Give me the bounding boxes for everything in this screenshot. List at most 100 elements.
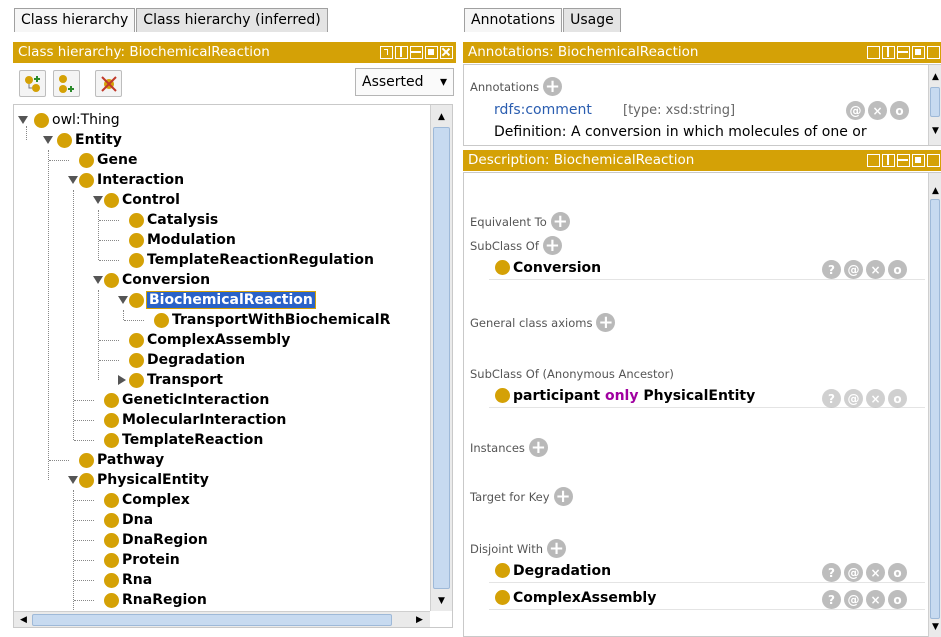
scroll-left-icon[interactable]: ◀ bbox=[16, 612, 31, 627]
split-horizontal-icon[interactable] bbox=[410, 46, 423, 59]
annotate-icon[interactable]: @ bbox=[846, 101, 865, 120]
split-vertical-icon[interactable] bbox=[882, 154, 895, 167]
add-subclass-button[interactable] bbox=[19, 70, 46, 97]
tree-node-genetic-interaction[interactable]: GeneticInteraction bbox=[104, 390, 269, 410]
add-annotation-button[interactable]: + bbox=[543, 77, 563, 96]
collapse-triangle-icon[interactable] bbox=[93, 276, 103, 284]
tree-node-biochemical-reaction[interactable]: BiochemicalReaction bbox=[129, 290, 316, 310]
tree-node-catalysis[interactable]: Catalysis bbox=[129, 210, 218, 230]
tree-node-protein[interactable]: Protein bbox=[104, 550, 180, 570]
delete-class-button[interactable] bbox=[95, 70, 122, 97]
scrollbar-thumb[interactable] bbox=[930, 87, 940, 117]
tree-node-complex[interactable]: Complex bbox=[104, 490, 190, 510]
hierarchy-mode-select[interactable]: Asserted ▾ bbox=[355, 68, 454, 96]
tree-node-rna-region[interactable]: RnaRegion bbox=[104, 590, 207, 610]
scroll-up-icon[interactable]: ▲ bbox=[928, 183, 941, 198]
delete-icon[interactable]: × bbox=[866, 563, 885, 582]
tree-node-pathway[interactable]: Pathway bbox=[79, 450, 164, 470]
edit-icon[interactable]: o bbox=[890, 101, 909, 120]
collapse-triangle-icon[interactable] bbox=[118, 296, 128, 304]
tree-node-interaction[interactable]: Interaction bbox=[79, 170, 184, 190]
add-disjoint-button[interactable]: + bbox=[547, 539, 567, 558]
annotations-scrollbar[interactable]: ▲ ▼ bbox=[928, 65, 941, 145]
tree-node-template-reaction-regulation[interactable]: TemplateReactionRegulation bbox=[129, 250, 374, 270]
delete-icon[interactable]: × bbox=[868, 101, 887, 120]
delete-icon[interactable]: × bbox=[866, 590, 885, 609]
scrollbar-thumb[interactable] bbox=[433, 127, 450, 589]
tree-node-template-reaction[interactable]: TemplateReaction bbox=[104, 430, 263, 450]
help-icon[interactable]: ? bbox=[822, 563, 841, 582]
tree-node-modulation[interactable]: Modulation bbox=[129, 230, 236, 250]
collapse-triangle-icon[interactable] bbox=[18, 116, 28, 124]
scroll-down-icon[interactable]: ▼ bbox=[928, 123, 941, 138]
tree-node-entity[interactable]: Entity bbox=[57, 130, 122, 150]
property-label: participant bbox=[513, 387, 601, 404]
split-vertical-icon[interactable] bbox=[882, 46, 895, 59]
delete-icon[interactable]: × bbox=[866, 260, 885, 279]
delete-icon[interactable]: × bbox=[866, 389, 885, 408]
help-icon[interactable]: ? bbox=[822, 590, 841, 609]
tree-node-molecular-interaction[interactable]: MolecularInteraction bbox=[104, 410, 286, 430]
split-horizontal-icon[interactable] bbox=[897, 46, 910, 59]
annotate-icon[interactable]: @ bbox=[844, 590, 863, 609]
close-view-icon[interactable] bbox=[927, 154, 940, 167]
help-window-icon[interactable] bbox=[380, 46, 393, 59]
collapse-triangle-icon[interactable] bbox=[93, 196, 103, 204]
split-vertical-icon[interactable] bbox=[395, 46, 408, 59]
tree-node-dna[interactable]: Dna bbox=[104, 510, 153, 530]
collapse-triangle-icon[interactable] bbox=[43, 136, 53, 144]
tab-usage[interactable]: Usage bbox=[563, 8, 621, 32]
help-icon[interactable]: ? bbox=[822, 389, 841, 408]
close-view-icon[interactable] bbox=[927, 46, 940, 59]
tree-node-degradation[interactable]: Degradation bbox=[129, 350, 245, 370]
tree-node-rna[interactable]: Rna bbox=[104, 570, 152, 590]
tree-node-transport-with-biochemical-reaction[interactable]: TransportWithBiochemicalR bbox=[154, 310, 418, 330]
add-general-axiom-button[interactable]: + bbox=[596, 313, 616, 332]
maximize-icon[interactable] bbox=[912, 154, 925, 167]
collapse-triangle-icon[interactable] bbox=[68, 476, 78, 484]
help-window-icon[interactable] bbox=[867, 46, 880, 59]
close-view-icon[interactable] bbox=[440, 46, 453, 59]
tree-horizontal-scrollbar[interactable]: ◀ ▶ bbox=[14, 611, 430, 627]
scroll-down-icon[interactable]: ▼ bbox=[928, 619, 941, 634]
tab-class-hierarchy[interactable]: Class hierarchy bbox=[14, 8, 136, 32]
add-equivalent-button[interactable]: + bbox=[550, 212, 570, 231]
description-scrollbar[interactable]: ▲ ▼ bbox=[928, 173, 941, 637]
help-icon[interactable]: ? bbox=[822, 260, 841, 279]
scrollbar-thumb[interactable] bbox=[930, 199, 940, 619]
tree-node-owl-thing[interactable]: owl:Thing bbox=[34, 110, 120, 130]
scroll-up-icon[interactable]: ▲ bbox=[434, 109, 449, 124]
tree-node-transport[interactable]: Transport bbox=[129, 370, 223, 390]
expand-triangle-icon[interactable] bbox=[118, 375, 126, 385]
collapse-triangle-icon[interactable] bbox=[68, 176, 78, 184]
tree-vertical-scrollbar[interactable]: ▲ ▼ bbox=[430, 105, 452, 611]
maximize-icon[interactable] bbox=[912, 46, 925, 59]
tab-class-hierarchy-inferred[interactable]: Class hierarchy (inferred) bbox=[136, 8, 328, 32]
tree-node-gene[interactable]: Gene bbox=[79, 150, 137, 170]
scroll-up-icon[interactable]: ▲ bbox=[928, 69, 941, 84]
help-window-icon[interactable] bbox=[867, 154, 880, 167]
tree-node-control[interactable]: Control bbox=[104, 190, 180, 210]
annotation-property[interactable]: rdfs:comment bbox=[494, 102, 592, 118]
annotate-icon[interactable]: @ bbox=[844, 563, 863, 582]
add-instance-button[interactable]: + bbox=[528, 438, 548, 457]
tree-node-conversion[interactable]: Conversion bbox=[104, 270, 210, 290]
edit-icon[interactable]: o bbox=[888, 389, 907, 408]
tree-node-complex-assembly[interactable]: ComplexAssembly bbox=[129, 330, 290, 350]
edit-icon[interactable]: o bbox=[888, 563, 907, 582]
annotate-icon[interactable]: @ bbox=[844, 260, 863, 279]
annotate-icon[interactable]: @ bbox=[844, 389, 863, 408]
scroll-right-icon[interactable]: ▶ bbox=[412, 612, 427, 627]
edit-icon[interactable]: o bbox=[888, 590, 907, 609]
tree-node-physical-entity[interactable]: PhysicalEntity bbox=[79, 470, 209, 490]
scrollbar-thumb[interactable] bbox=[32, 614, 392, 626]
add-superclass-button[interactable]: + bbox=[542, 236, 562, 255]
scroll-down-icon[interactable]: ▼ bbox=[434, 593, 449, 608]
add-sibling-button[interactable] bbox=[53, 70, 80, 97]
tab-annotations[interactable]: Annotations bbox=[464, 8, 563, 32]
edit-icon[interactable]: o bbox=[888, 260, 907, 279]
maximize-icon[interactable] bbox=[425, 46, 438, 59]
split-horizontal-icon[interactable] bbox=[897, 154, 910, 167]
add-key-button[interactable]: + bbox=[553, 487, 573, 506]
tree-node-dna-region[interactable]: DnaRegion bbox=[104, 530, 208, 550]
